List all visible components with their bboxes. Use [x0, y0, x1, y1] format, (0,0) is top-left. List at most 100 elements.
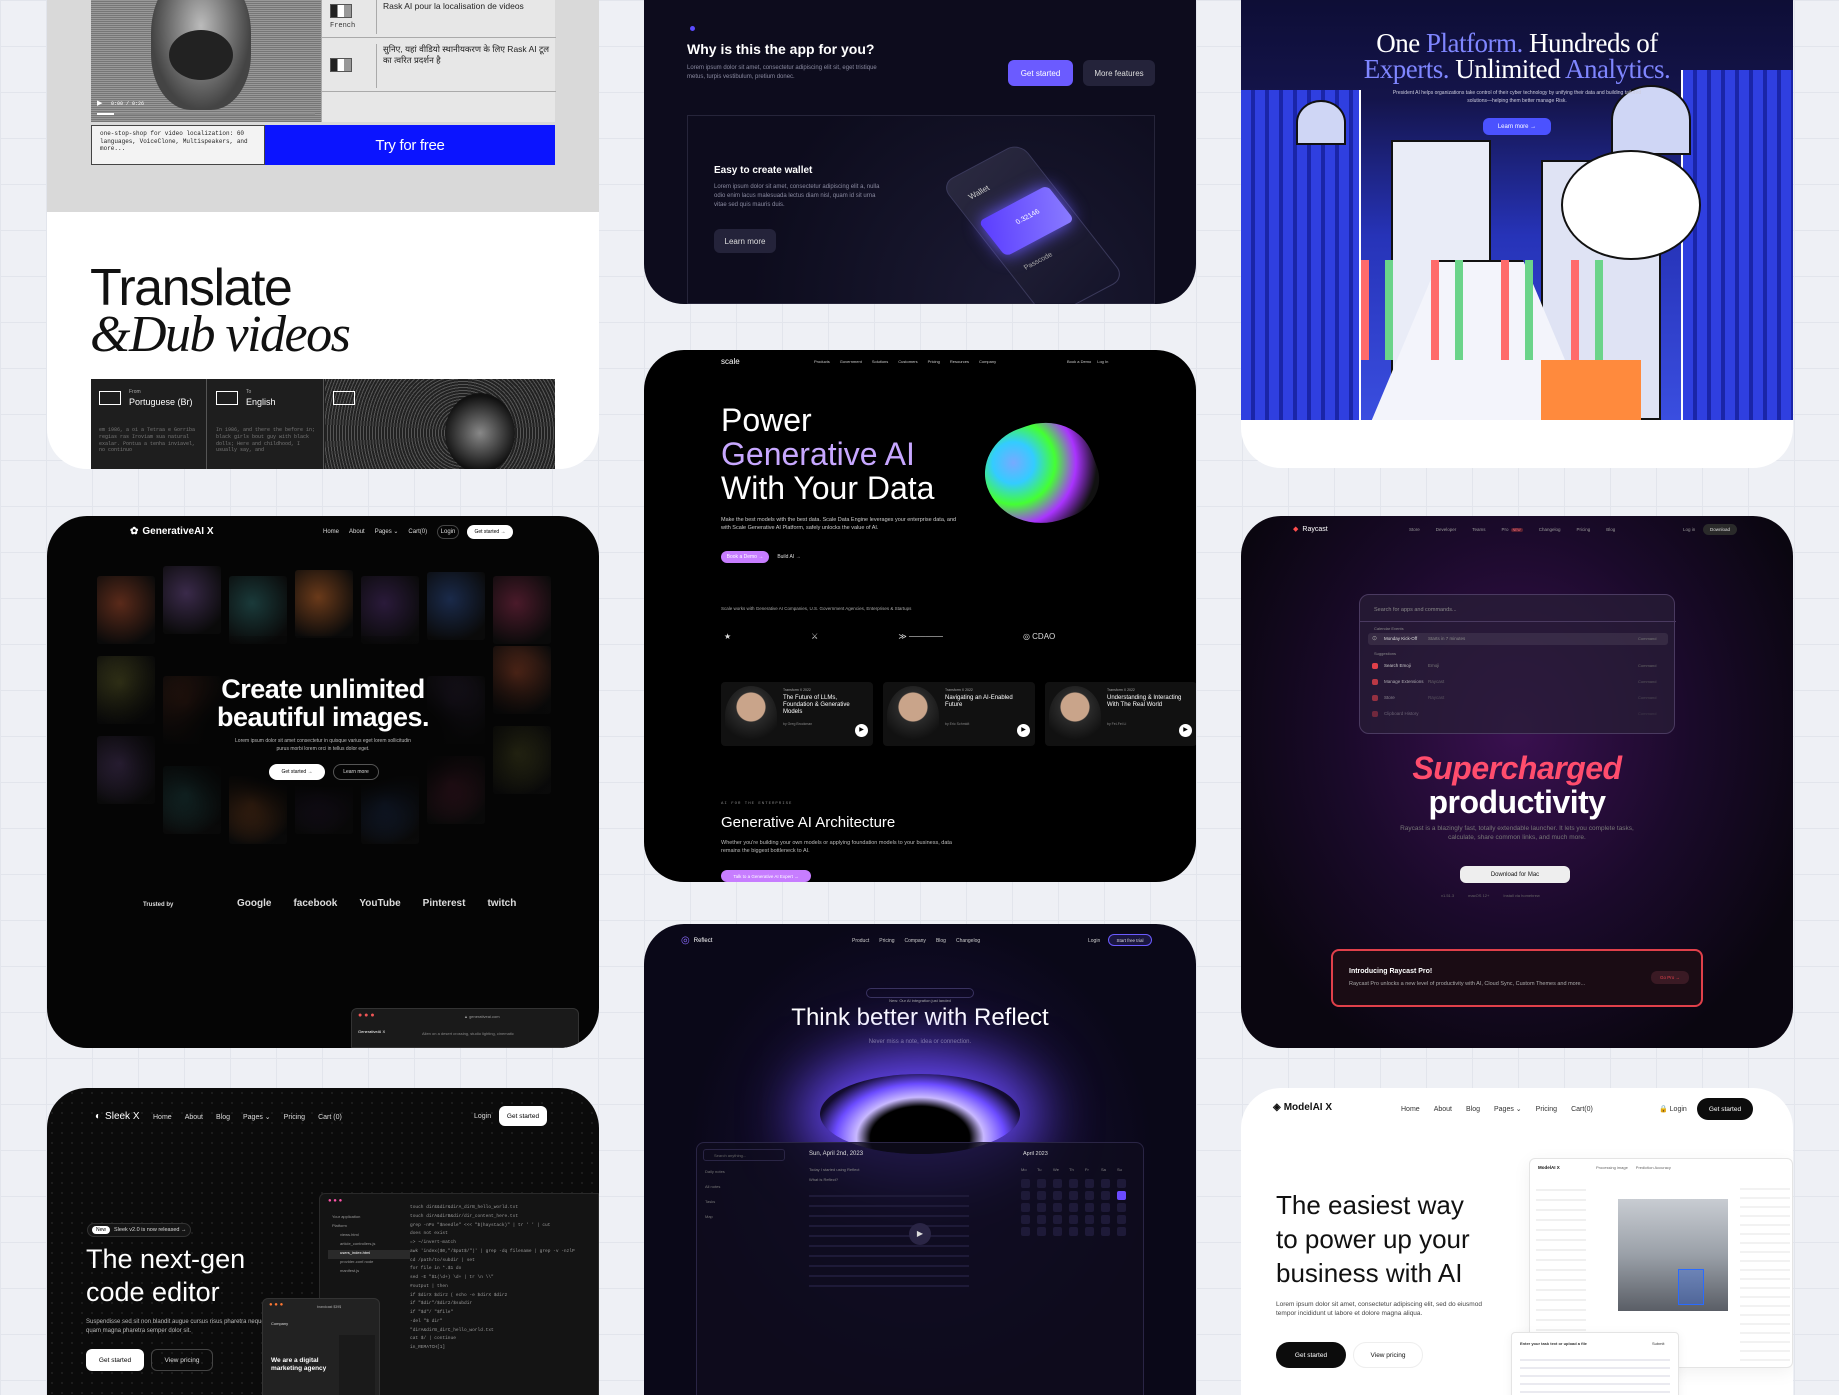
generated-image[interactable]: [163, 566, 221, 634]
logo[interactable]: ◈ ModelAI X: [1273, 1102, 1332, 1113]
calendar-day[interactable]: [1021, 1191, 1030, 1200]
calendar-day[interactable]: [1101, 1203, 1110, 1212]
calendar-day[interactable]: [1101, 1227, 1110, 1236]
nav-item[interactable]: Pro NEW: [1502, 527, 1523, 532]
talk-card[interactable]: Transform X 2022 Understanding & Interact…: [1045, 682, 1196, 746]
nav-item[interactable]: Company: [905, 938, 926, 944]
file-item[interactable]: Platform: [328, 1223, 410, 1232]
login-link[interactable]: Login: [1088, 938, 1100, 944]
login-link[interactable]: Log in: [1683, 527, 1695, 532]
calendar-day[interactable]: [1053, 1179, 1062, 1188]
calendar-day[interactable]: [1117, 1203, 1126, 1212]
nav-item[interactable]: Home: [1401, 1106, 1420, 1113]
sidebar-item[interactable]: Daily notes: [705, 1169, 785, 1184]
calendar-day[interactable]: [1085, 1179, 1094, 1188]
calendar-day[interactable]: [1037, 1203, 1046, 1212]
modelai-card[interactable]: ◈ ModelAI X Home About Blog Pages ⌄ Pricing Ca…: [1241, 1088, 1793, 1395]
nav-item[interactable]: Pricing: [1577, 527, 1591, 532]
nav-item[interactable]: Blog: [1466, 1106, 1480, 1113]
login-link[interactable]: 🔒 Login: [1659, 1105, 1687, 1113]
nav-item[interactable]: Blog: [216, 1114, 230, 1121]
nav-item[interactable]: Pages ⌄: [1494, 1105, 1522, 1113]
nav-item[interactable]: Changelog: [956, 938, 980, 944]
calendar-day[interactable]: [1069, 1203, 1078, 1212]
release-badge[interactable]: New Sleek v2.0 is now released →: [87, 1223, 192, 1237]
file-item[interactable]: manifest.js: [328, 1268, 410, 1277]
generated-image[interactable]: [427, 572, 485, 640]
nav-item[interactable]: Pricing: [1536, 1106, 1557, 1113]
app-tab[interactable]: Processing image: [1596, 1165, 1628, 1170]
nav-item[interactable]: Book a Demo: [1067, 359, 1091, 364]
nav-item[interactable]: Cart(0): [1571, 1106, 1593, 1113]
nav-item[interactable]: About: [1434, 1106, 1452, 1113]
nav-item[interactable]: Developer: [1436, 527, 1457, 532]
calendar-day[interactable]: [1085, 1191, 1094, 1200]
play-icon[interactable]: ▶: [1179, 724, 1192, 737]
calendar-day[interactable]: [1037, 1227, 1046, 1236]
nav-item[interactable]: Resources: [950, 359, 969, 364]
nav-item[interactable]: Store: [1409, 527, 1420, 532]
calendar-day[interactable]: [1021, 1215, 1030, 1224]
generativeai-card[interactable]: ✿ GenerativeAI X Home About Pages ⌄ Cart(0) …: [47, 516, 599, 1048]
nav-item[interactable]: Company: [979, 359, 996, 364]
nav-item[interactable]: Log In: [1097, 359, 1108, 364]
view-pricing-button[interactable]: View pricing: [151, 1349, 213, 1371]
nav-item[interactable]: About: [349, 529, 365, 535]
calendar-day[interactable]: [1037, 1191, 1046, 1200]
calendar-day[interactable]: [1069, 1215, 1078, 1224]
reflect-card[interactable]: ◎ Reflect Product Pricing Company Blog Change…: [644, 924, 1196, 1395]
login-link[interactable]: Login: [474, 1113, 491, 1120]
calendar-day[interactable]: [1037, 1215, 1046, 1224]
nav-item[interactable]: Product: [852, 938, 869, 944]
calendar-day[interactable]: [1069, 1227, 1078, 1236]
calendar-day[interactable]: [1117, 1227, 1126, 1236]
nav-item[interactable]: Cart (0): [318, 1114, 342, 1121]
learn-more-button[interactable]: Learn more: [333, 764, 379, 780]
calendar-day[interactable]: [1069, 1179, 1078, 1188]
generated-image[interactable]: [229, 576, 287, 644]
talk-card[interactable]: Transform X 2022 The Future of LLMs, Foun…: [721, 682, 873, 746]
nav-item[interactable]: Cart(0): [408, 529, 427, 535]
logo[interactable]: ◎ Reflect: [681, 935, 712, 946]
nav-item[interactable]: Pricing: [928, 359, 940, 364]
calendar-day[interactable]: [1021, 1179, 1030, 1188]
file-item[interactable]: article_controllers.js: [328, 1241, 410, 1250]
file-item[interactable]: provider-conf.node: [328, 1259, 410, 1268]
nav-item[interactable]: Government: [840, 359, 862, 364]
submit-button[interactable]: Submit: [1652, 1341, 1664, 1346]
file-item[interactable]: users_index.html: [328, 1250, 410, 1259]
nav-item[interactable]: Changelog: [1539, 527, 1561, 532]
raycast-card[interactable]: ◆ Raycast Store Developer Teams Pro NEW Change…: [1241, 516, 1793, 1048]
launcher-search[interactable]: Search for apps and commands...: [1374, 607, 1457, 613]
nav-item[interactable]: Pricing: [284, 1114, 305, 1121]
learn-more-button[interactable]: Learn more: [714, 229, 776, 253]
generated-image[interactable]: [295, 570, 353, 638]
get-started-button[interactable]: Get started: [499, 1106, 547, 1126]
get-started-button[interactable]: Get started: [86, 1349, 144, 1371]
nav-item[interactable]: Home: [153, 1114, 172, 1121]
pro-banner[interactable]: Introducing Raycast Pro! Raycast Pro unl…: [1331, 949, 1703, 1007]
calendar-day[interactable]: [1117, 1215, 1126, 1224]
language-row[interactable]: सुनिए, यहां वीडियो स्थानीयकरण के लिए Ras…: [322, 38, 556, 92]
login-button[interactable]: Login: [437, 525, 459, 539]
file-item[interactable]: views.html: [328, 1232, 410, 1241]
logo[interactable]: scale: [721, 357, 740, 366]
rask-card[interactable]: 0:00 / 0:26 ▶ GermanAI-Tool für die Vide…: [47, 0, 599, 469]
calendar-day[interactable]: [1101, 1179, 1110, 1188]
calendar-day[interactable]: [1117, 1179, 1126, 1188]
sidebar-item[interactable]: Map: [705, 1214, 785, 1229]
logo[interactable]: ◆ Raycast: [1293, 525, 1328, 534]
book-demo-button[interactable]: Book a Demo →: [721, 551, 769, 563]
nav-item[interactable]: Solutions: [872, 359, 888, 364]
video-thumbnail[interactable]: 0:00 / 0:26 ▶: [91, 0, 321, 122]
calendar-day[interactable]: [1053, 1203, 1062, 1212]
calendar-day[interactable]: [1101, 1191, 1110, 1200]
calendar-day[interactable]: [1085, 1227, 1094, 1236]
nav-item[interactable]: Pages ⌄: [243, 1113, 271, 1121]
view-pricing-button[interactable]: View pricing: [1353, 1342, 1423, 1368]
from-column[interactable]: From Portuguese (Br) em 1986, a oi a Tet…: [91, 379, 207, 469]
generated-image[interactable]: [493, 576, 551, 644]
calendar-day[interactable]: [1117, 1191, 1126, 1200]
learn-more-button[interactable]: Learn more →: [1483, 118, 1551, 135]
calendar-day[interactable]: [1053, 1191, 1062, 1200]
